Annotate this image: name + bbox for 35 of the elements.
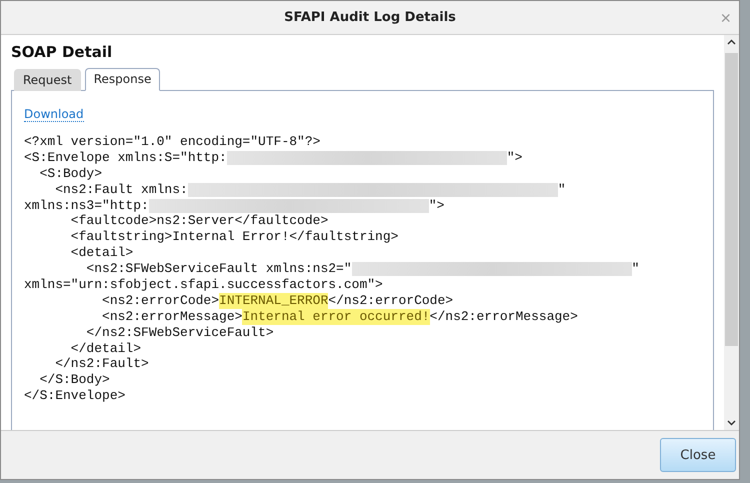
download-link[interactable]: Download [24, 107, 84, 122]
highlighted-code-text: INTERNAL_ERROR [219, 292, 328, 309]
close-button[interactable]: Close [660, 438, 736, 472]
code-text: <?xml version="1.0" encoding="UTF-8"?> [24, 134, 320, 150]
code-text: </S:Body> [38, 372, 110, 388]
code-text: xmlns="urn:sfobject.sfapi.successfactors.com"> [24, 277, 383, 293]
code-text: <ns2:errorCode> [101, 292, 220, 309]
code-text: <S:Body> [38, 166, 102, 182]
code-text: <S:Envelope xmlns:S="http: [24, 150, 227, 166]
code-text: </S:Envelope> [24, 388, 126, 404]
code-text: </detail> [70, 340, 142, 356]
code-text: " [632, 261, 640, 278]
code-text: <faultcode>ns2:Server</faultcode> [70, 213, 328, 230]
code-text: <faultstring>Internal Error!</faultstring> [70, 229, 398, 246]
scrollbar[interactable] [724, 35, 739, 430]
highlighted-code-text: Internal error occurred! [242, 308, 430, 325]
code-text: xmlns:ns3="http: [24, 198, 149, 214]
section-title: SOAP Detail [11, 43, 114, 61]
code-text: </ns2:errorCode> [328, 292, 454, 309]
code-text: <detail> [70, 245, 134, 262]
scroll-down-icon[interactable] [727, 420, 736, 426]
code-text: <ns2:SFWebServiceFault xmlns:ns2=" [85, 261, 352, 278]
code-text: <ns2:errorMessage> [101, 308, 242, 325]
code-text: </ns2:Fault> [54, 356, 149, 372]
code-text: <ns2:Fault xmlns: [54, 182, 188, 198]
code-text: " [558, 182, 566, 198]
tab[interactable]: Request [14, 69, 81, 91]
code-text: "> [506, 150, 522, 166]
code-text: "> [428, 198, 444, 214]
code-text: </ns2:SFWebServiceFault> [85, 324, 274, 341]
scrollbar-thumb[interactable] [725, 53, 738, 346]
window-title: SFAPI Audit Log Details [284, 10, 456, 25]
scroll-up-icon[interactable] [727, 39, 736, 45]
code-text: </ns2:errorMessage> [430, 308, 578, 325]
tab[interactable]: Response [84, 68, 160, 91]
